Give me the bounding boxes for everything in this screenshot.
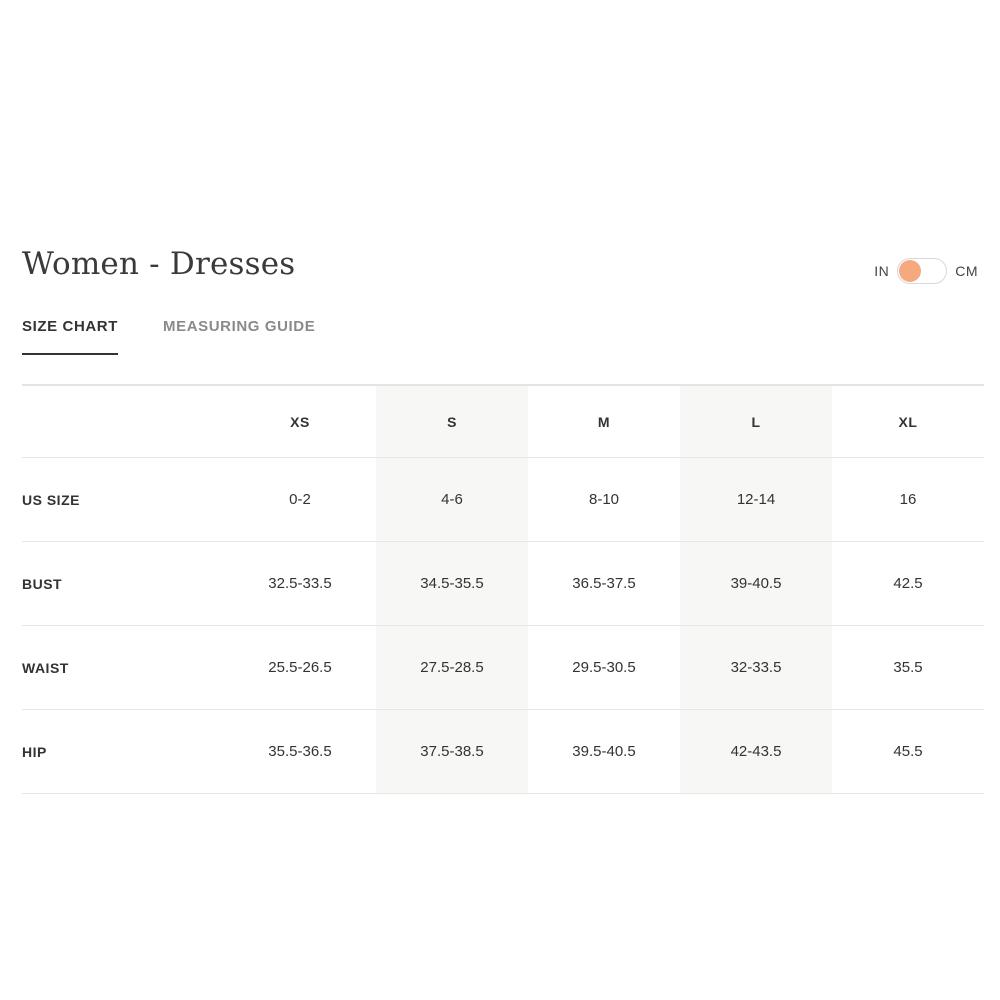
table-cell: 35.5-36.5 [224,709,376,794]
tab-measuring-guide[interactable]: MEASURING GUIDE [163,318,315,355]
table-row-waist: WAIST 25.5-26.5 27.5-28.5 29.5-30.5 32-3… [22,625,984,710]
table-cell: 35.5 [832,625,984,710]
row-label: WAIST [22,625,224,710]
row-label: HIP [22,709,224,794]
table-cell: 12-14 [680,457,832,542]
table-row-hip: HIP 35.5-36.5 37.5-38.5 39.5-40.5 42-43.… [22,709,984,794]
table-row-bust: BUST 32.5-33.5 34.5-35.5 36.5-37.5 39-40… [22,541,984,626]
unit-toggle: IN CM [874,256,978,286]
table-cell: 39-40.5 [680,541,832,626]
table-cell: 36.5-37.5 [528,541,680,626]
table-cell: 32-33.5 [680,625,832,710]
unit-switch[interactable] [897,258,948,284]
table-cell: 29.5-30.5 [528,625,680,710]
table-cell: 0-2 [224,457,376,542]
column-header-xl: XL [832,385,984,458]
tab-size-chart[interactable]: SIZE CHART [22,318,118,355]
unit-label-cm[interactable]: CM [955,263,978,279]
table-cell: 42-43.5 [680,709,832,794]
table-cell: 8-10 [528,457,680,542]
row-label: BUST [22,541,224,626]
header-corner-cell [22,385,224,458]
table-cell: 4-6 [376,457,528,542]
size-chart-table: XS S M L XL US SIZE 0-2 4-6 8-10 12-14 1… [22,384,984,794]
table-row-us-size: US SIZE 0-2 4-6 8-10 12-14 16 [22,457,984,542]
unit-label-in[interactable]: IN [874,263,889,279]
column-header-xs: XS [224,385,376,458]
table-cell: 16 [832,457,984,542]
row-label: US SIZE [22,457,224,542]
switch-knob [899,260,922,282]
table-cell: 45.5 [832,709,984,794]
table-cell: 34.5-35.5 [376,541,528,626]
column-header-l: L [680,385,832,458]
table-cell: 27.5-28.5 [376,625,528,710]
table-header-row: XS S M L XL [22,385,984,458]
table-cell: 25.5-26.5 [224,625,376,710]
tab-bar: SIZE CHART MEASURING GUIDE [22,318,315,355]
page-title: Women - Dresses [22,246,296,282]
table-cell: 37.5-38.5 [376,709,528,794]
table-cell: 42.5 [832,541,984,626]
column-header-s: S [376,385,528,458]
column-header-m: M [528,385,680,458]
table-cell: 39.5-40.5 [528,709,680,794]
table-cell: 32.5-33.5 [224,541,376,626]
